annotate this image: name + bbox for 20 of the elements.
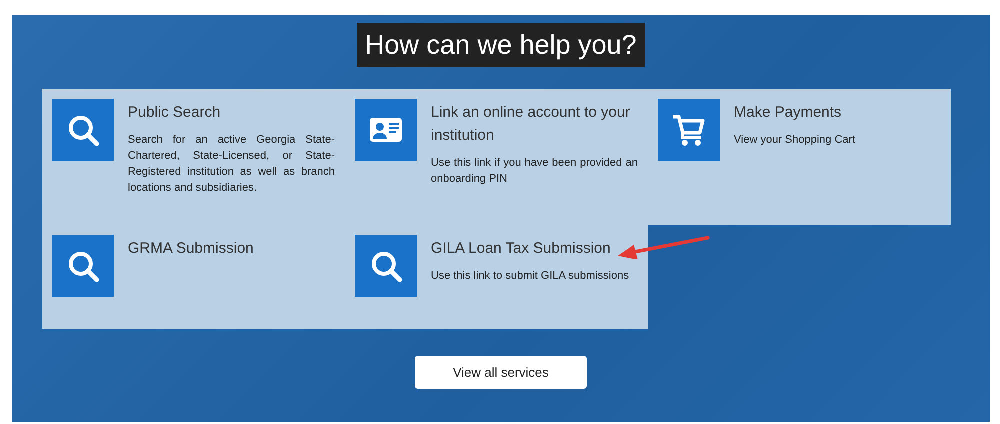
service-card[interactable]: Public Search Search for an active Georgia State-Chartered, State-Licensed, or State-Registered institution as well as branch locations and subsidiaries. <box>42 89 345 225</box>
service-card[interactable]: GILA Loan Tax Submission Use this link to submit GILA submissions <box>345 225 648 329</box>
view-all-services-button[interactable]: View all services <box>415 356 587 389</box>
service-description: Use this link to submit GILA submissions <box>431 269 630 284</box>
service-title: GRMA Submission <box>128 239 254 259</box>
service-description: Search for an active Georgia State-Chartered, State-Licensed, or State-Registered institution as well as branch locations and subsidiaries. <box>128 133 335 196</box>
cart-icon <box>672 113 706 147</box>
service-description: Use this link if you have been provided an onboarding PIN <box>431 156 638 187</box>
service-title: GILA Loan Tax Submission <box>431 239 612 259</box>
search-icon <box>66 249 100 283</box>
service-title: Link an online account to your institution <box>431 103 632 146</box>
service-description: View your Shopping Cart <box>734 133 856 148</box>
service-card[interactable]: GRMA Submission <box>42 225 345 329</box>
service-title: Public Search <box>128 103 222 123</box>
service-card[interactable]: Link an online account to your institution Use this link if you have been provided an onboarding PIN <box>345 89 648 225</box>
service-title: Make Payments <box>734 103 843 123</box>
search-icon <box>369 249 403 283</box>
search-icon <box>66 113 100 147</box>
page-heading: How can we help you? <box>357 23 645 67</box>
service-card[interactable]: Make Payments View your Shopping Cart <box>648 89 951 225</box>
